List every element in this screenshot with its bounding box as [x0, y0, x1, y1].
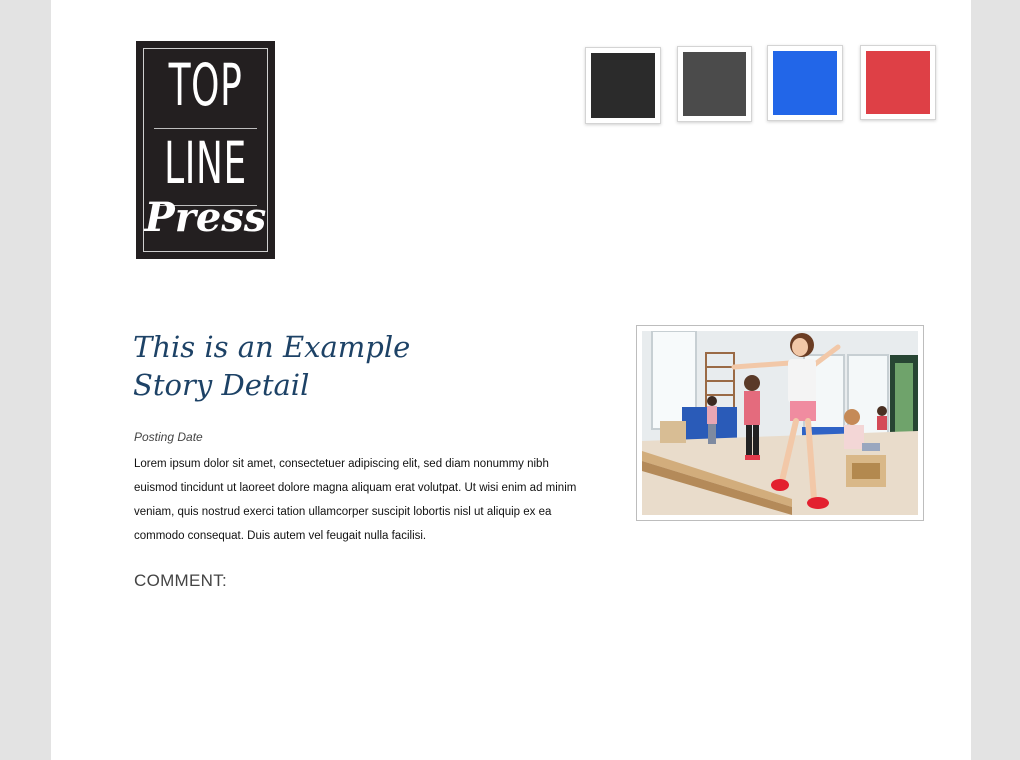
comment-label: COMMENT:	[134, 571, 228, 590]
logo-text-press: Press	[144, 194, 267, 241]
story-title-line-2: Story Detail	[133, 368, 310, 402]
color-swatch-blue[interactable]	[767, 45, 843, 121]
color-swatch-red[interactable]	[860, 45, 936, 120]
logo-text-line: LINE	[164, 129, 247, 197]
swatch-fill	[773, 51, 837, 115]
story-photo[interactable]	[636, 325, 924, 521]
swatch-fill	[591, 53, 655, 118]
posting-date: Posting Date	[134, 430, 203, 444]
swatch-fill	[683, 52, 746, 116]
story-title-line-1: This is an Example	[133, 330, 411, 364]
color-swatch-dark[interactable]	[585, 47, 661, 124]
page-container: TOP LINE Press This is an Example Story …	[51, 0, 971, 760]
logo[interactable]: TOP LINE Press	[136, 41, 275, 259]
color-swatch-gray[interactable]	[677, 46, 752, 122]
photo-children-balancing	[642, 331, 918, 515]
story-title: This is an Example Story Detail	[133, 328, 573, 404]
logo-text-top: TOP	[168, 51, 243, 119]
story-body: Lorem ipsum dolor sit amet, consectetuer…	[134, 458, 577, 542]
photo-illustration	[642, 331, 918, 515]
swatch-fill	[866, 51, 930, 114]
